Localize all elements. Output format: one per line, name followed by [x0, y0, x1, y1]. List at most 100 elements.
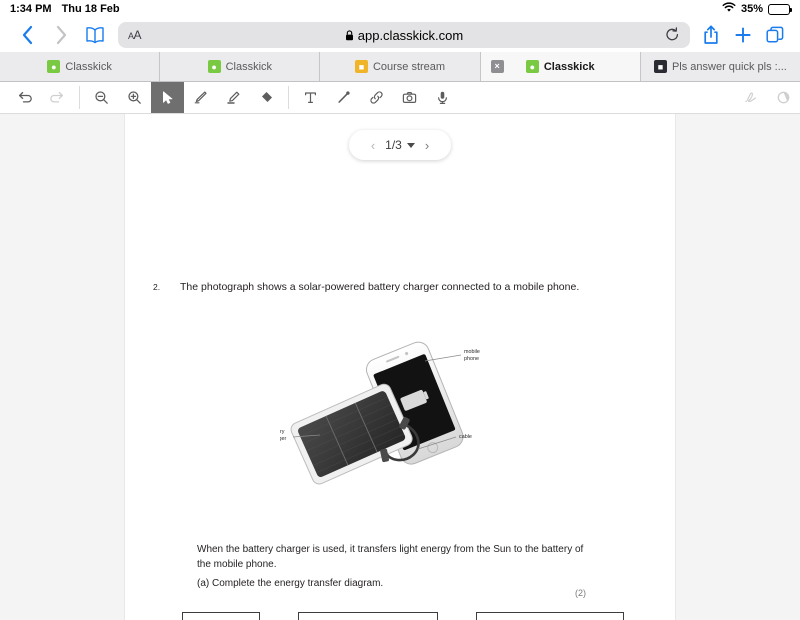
photo-label-cable: cable: [459, 434, 472, 440]
status-date: Thu 18 Feb: [62, 3, 120, 15]
share-icon: [703, 25, 719, 45]
url-display: app.classkick.com: [118, 28, 690, 43]
undo-icon: [17, 90, 32, 105]
question-number: 2.: [153, 280, 180, 294]
back-button[interactable]: [10, 20, 44, 50]
energy-box-2[interactable]: energy in the charger and the cable: [298, 612, 438, 620]
caret-down-icon[interactable]: [407, 143, 415, 148]
redo-icon: [50, 90, 65, 105]
photo-label-phone-line1: mobile: [464, 349, 480, 355]
zoom-out-icon: [94, 90, 109, 105]
energy-box-3[interactable]: energy in the battery of the mobile phon…: [476, 612, 624, 620]
classkick-toolbar: [0, 82, 800, 114]
eraser-tool[interactable]: [250, 82, 283, 113]
plus-icon: [734, 26, 752, 44]
share-button[interactable]: [696, 20, 726, 50]
question-block: 2. The photograph shows a solar-powered …: [153, 280, 655, 294]
back-chevron-icon: [21, 25, 34, 45]
text-tool[interactable]: [294, 82, 327, 113]
signature-icon: [743, 90, 758, 105]
browser-actions: [696, 20, 790, 50]
signature-tool[interactable]: [734, 82, 767, 113]
cursor-icon: [160, 90, 175, 105]
microphone-icon: [435, 90, 450, 105]
photo-label-charger-line1: battery: [280, 429, 285, 435]
energy-box-1: light energy from the Sun: [182, 612, 260, 620]
tabs-icon: [766, 26, 784, 44]
redo-tool[interactable]: [41, 82, 74, 113]
browser-tab-2[interactable]: ● Classkick: [160, 52, 320, 81]
battery-icon: [768, 4, 790, 15]
camera-icon: [402, 90, 417, 105]
paragraph-text: When the battery charger is used, it tra…: [197, 542, 587, 572]
url-text: app.classkick.com: [358, 28, 463, 43]
question-text: The photograph shows a solar-powered bat…: [180, 280, 579, 294]
link-icon: [369, 90, 384, 105]
tab-strip: ● Classkick ● Classkick ■ Course stream …: [0, 52, 800, 82]
worksheet-page: 2. The photograph shows a solar-powered …: [125, 114, 675, 620]
tabs-overview-button[interactable]: [760, 20, 790, 50]
reload-button[interactable]: [665, 27, 680, 43]
toolbar-separator: [288, 86, 289, 109]
new-tab-button[interactable]: [728, 20, 758, 50]
battery-percent: 35%: [741, 3, 763, 15]
browser-tab-3[interactable]: ■ Course stream: [320, 52, 480, 81]
tab-label: Classkick: [226, 61, 272, 73]
bookmarks-button[interactable]: [78, 20, 112, 50]
camera-tool[interactable]: [393, 82, 426, 113]
lock-icon: [345, 30, 354, 41]
marks-indicator: (2): [575, 588, 586, 598]
classkick-icon: ●: [208, 60, 221, 73]
zoom-out-tool[interactable]: [85, 82, 118, 113]
forward-button[interactable]: [44, 20, 78, 50]
page-indicator[interactable]: 1/3: [385, 138, 415, 152]
page-navigation: ‹ 1/3 ›: [349, 130, 451, 160]
link-tool[interactable]: [360, 82, 393, 113]
tab-label: Classkick: [544, 61, 595, 73]
line-icon: [336, 90, 351, 105]
browser-toolbar: AA app.classkick.com: [0, 18, 800, 52]
next-page-button[interactable]: ›: [425, 139, 429, 152]
photo-label-charger-line2: charger: [280, 436, 286, 442]
tab-close-button[interactable]: ×: [491, 60, 504, 73]
page-number-label: 1/3: [385, 138, 402, 152]
pen-tool[interactable]: [184, 82, 217, 113]
forward-chevron-icon: [55, 25, 68, 45]
text-size-button[interactable]: AA: [128, 28, 141, 42]
classkick-icon: ●: [526, 60, 539, 73]
prev-page-button[interactable]: ‹: [371, 139, 375, 152]
photo-label-phone-line2: phone: [464, 356, 479, 362]
browser-tab-4-active[interactable]: × ● Classkick: [481, 52, 641, 81]
reload-icon: [665, 27, 680, 43]
document-icon: ■: [654, 60, 667, 73]
toolbar-spacer: [459, 82, 734, 113]
wifi-icon: [722, 2, 736, 16]
undo-tool[interactable]: [8, 82, 41, 113]
pen-icon: [193, 90, 208, 105]
part-a-text: (a) Complete the energy transfer diagram…: [197, 576, 383, 591]
stamp-icon: [776, 90, 791, 105]
course-icon: ■: [355, 60, 368, 73]
text-icon: [303, 90, 318, 105]
highlighter-tool[interactable]: [217, 82, 250, 113]
line-tool[interactable]: [327, 82, 360, 113]
highlighter-icon: [226, 90, 241, 105]
status-time: 1:34 PM: [10, 3, 52, 15]
tab-label: Course stream: [373, 61, 445, 73]
ios-status-bar: 1:34 PM Thu 18 Feb 35%: [0, 0, 800, 18]
zoom-in-tool[interactable]: [118, 82, 151, 113]
document-canvas[interactable]: ‹ 1/3 › 2. The photograph shows a solar-…: [0, 114, 800, 620]
address-bar[interactable]: AA app.classkick.com: [118, 22, 690, 48]
photograph-solar-charger: mobile phone battery charger cable: [280, 339, 500, 489]
browser-tab-1[interactable]: ● Classkick: [0, 52, 160, 81]
toolbar-separator: [79, 86, 80, 109]
stamp-tool[interactable]: [767, 82, 800, 113]
tab-label: Pls answer quick pls :...: [672, 61, 787, 73]
microphone-tool[interactable]: [426, 82, 459, 113]
eraser-icon: [259, 90, 274, 105]
select-tool[interactable]: [151, 82, 184, 113]
book-icon: [85, 26, 105, 44]
browser-tab-5[interactable]: ■ Pls answer quick pls :...: [641, 52, 800, 81]
classkick-icon: ●: [47, 60, 60, 73]
status-right-group: 35%: [722, 2, 790, 16]
